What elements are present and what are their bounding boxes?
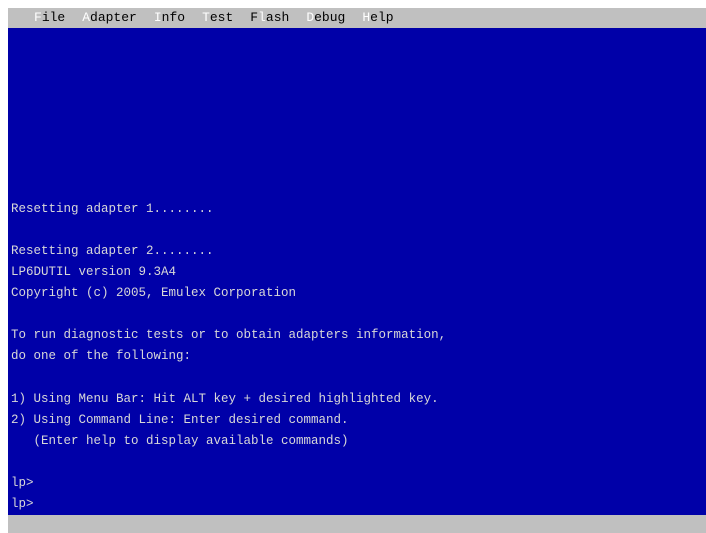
menu-help[interactable]: Help [362, 8, 393, 28]
menu-test[interactable]: Test [202, 8, 233, 28]
console-line-reset-1: Resetting adapter 1........ [11, 202, 214, 216]
menu-help-hotkey: H [362, 10, 371, 25]
status-bar [8, 515, 706, 533]
console-prompt-2[interactable]: lp> [11, 496, 34, 513]
menu-test-hotkey: T [202, 10, 210, 25]
menu-flash-hotkey: l [258, 10, 266, 25]
menu-bar: File Adapter Info Test Flash Debug Help [8, 8, 706, 28]
menu-adapter[interactable]: Adapter [82, 8, 137, 28]
menu-flash[interactable]: Flash [250, 8, 289, 28]
console-line-instructions-1: To run diagnostic tests or to obtain ada… [11, 328, 447, 342]
terminal-window: File Adapter Info Test Flash Debug Help … [0, 0, 706, 533]
menu-debug[interactable]: Debug [306, 8, 345, 28]
console-prompt-1: lp> [11, 476, 34, 490]
console-line-copyright: Copyright (c) 2005, Emulex Corporation [11, 286, 297, 300]
menu-debug-hotkey: D [306, 10, 315, 25]
console-line-reset-2: Resetting adapter 2........ [11, 244, 214, 258]
menu-adapter-hotkey: A [82, 10, 91, 25]
console-line-instructions-2: do one of the following: [11, 349, 192, 363]
menu-test-label: est [209, 10, 234, 25]
menu-flash-label: ash [265, 10, 290, 25]
console-line-help-hint: (Enter help to display available command… [11, 434, 349, 448]
menu-file-hotkey: F [34, 10, 42, 25]
menu-debug-label: ebug [314, 10, 346, 25]
menu-info-hotkey: I [153, 10, 162, 25]
console-line-menubar-hint: 1) Using Menu Bar: Hit ALT key + desired… [11, 392, 439, 406]
console-line-version: LP6DUTIL version 9.3A4 [11, 265, 177, 279]
menu-adapter-label: dapter [90, 10, 137, 25]
console-line-command-hint: 2) Using Command Line: Enter desired com… [11, 413, 349, 427]
menu-file[interactable]: File [34, 8, 65, 28]
menu-info[interactable]: Info [154, 8, 185, 28]
console-output[interactable]: Resetting adapter 1........ Resetting ad… [8, 28, 706, 515]
menu-info-label: nfo [161, 10, 186, 25]
menu-flash-prefix: F [250, 10, 259, 25]
menu-help-label: elp [370, 10, 394, 25]
menu-file-label: ile [41, 10, 66, 25]
